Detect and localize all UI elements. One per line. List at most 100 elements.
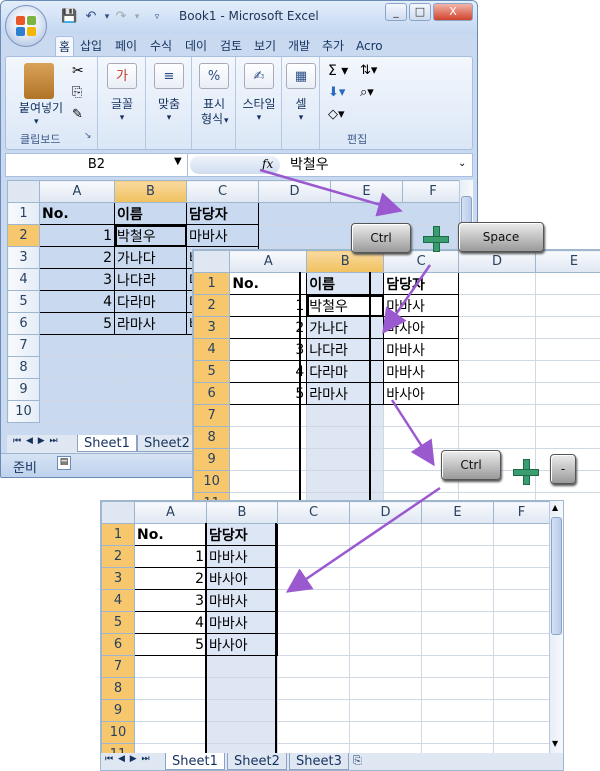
undo-icon[interactable]: ↶ [83,9,99,25]
expand-formula-bar-icon[interactable]: ⌄ [458,158,466,169]
row-header[interactable]: 3 [193,316,231,339]
column-header[interactable]: F [493,501,550,524]
row-header[interactable]: 3 [101,567,135,590]
row-header[interactable]: 6 [193,382,231,405]
cell[interactable] [458,360,536,383]
cell[interactable] [493,633,550,656]
column-header[interactable]: F [402,180,464,203]
styles-dropdown-icon[interactable]: ▾ [236,111,282,126]
font-label[interactable]: 글꼴 [98,97,146,112]
fill-icon[interactable]: ⬇▾ [328,85,345,100]
cell[interactable]: 가나다 [114,246,187,269]
cell[interactable] [206,699,278,722]
paste-dropdown-icon[interactable]: ▾ [34,115,39,130]
cell[interactable] [493,721,550,744]
row-header[interactable]: 6 [101,633,135,656]
sheet-tab-sheet2[interactable]: Sheet2 [137,435,197,452]
cell[interactable] [349,721,422,744]
column-header[interactable]: A [39,180,115,203]
cell[interactable] [258,224,331,247]
tab-review[interactable]: 검토 [217,36,245,56]
row-header[interactable]: 1 [101,523,135,546]
cell[interactable]: 라마사 [306,382,385,405]
tab-home[interactable]: 홈 [55,36,75,56]
tab-developer[interactable]: 개발 [285,36,313,56]
cell[interactable]: 2 [229,316,308,339]
cell[interactable] [277,611,350,634]
cell[interactable] [349,611,422,634]
cell[interactable]: No. [134,523,207,546]
cell[interactable] [421,677,494,700]
cell[interactable] [349,633,422,656]
cell[interactable] [114,356,187,379]
formula-input[interactable]: 박철우 [290,154,329,176]
cell[interactable] [134,699,207,722]
cell[interactable] [421,655,494,678]
cell[interactable]: 3 [134,589,207,612]
cell[interactable] [349,655,422,678]
cell[interactable]: No. [229,272,308,295]
tab-formulas[interactable]: 수식 [147,36,175,56]
cell[interactable]: 담당자 [206,523,278,546]
cell[interactable]: 가나다 [306,316,385,339]
cell[interactable] [458,294,536,317]
row-header[interactable]: 7 [193,404,231,427]
column-header[interactable]: B [206,501,278,524]
cell[interactable] [421,545,494,568]
align-label[interactable]: 맞춤 [146,97,192,112]
vertical-scrollbar[interactable]: ▲ ▼ [549,501,563,753]
sheet-nav-icons[interactable]: ⏮ ◀ ▶ ⏭ [105,754,151,764]
row-header[interactable]: 9 [193,448,231,471]
cell[interactable] [229,404,308,427]
row-header[interactable]: 9 [7,378,40,401]
cell[interactable] [535,360,600,383]
row-header[interactable]: 7 [101,655,135,678]
cell[interactable] [306,448,385,471]
tab-insert[interactable]: 삽입 [77,36,105,56]
name-box[interactable]: B2 [6,154,188,176]
row-header[interactable]: 2 [193,294,231,317]
sheet-tab-sheet1[interactable]: Sheet1 [165,753,225,770]
cell[interactable] [114,378,187,401]
cell[interactable] [402,202,464,225]
column-header[interactable]: C [277,501,350,524]
restore-button[interactable]: □ [409,3,431,21]
cell[interactable] [134,721,207,744]
cell[interactable] [421,633,494,656]
cell[interactable] [258,202,331,225]
cell[interactable] [306,470,385,493]
row-header[interactable]: 9 [101,699,135,722]
cell[interactable] [306,404,385,427]
cell[interactable]: 마바사 [206,589,278,612]
cell[interactable]: 나다라 [306,338,385,361]
percent-icon[interactable]: % [199,63,229,89]
clear-icon[interactable]: ◇▾ [328,107,345,122]
cell[interactable]: 다라마 [306,360,385,383]
row-header[interactable]: 2 [7,224,40,247]
cell[interactable] [134,655,207,678]
number-label[interactable]: 표시 [192,97,236,112]
column-header[interactable]: E [535,250,600,273]
cell[interactable] [493,523,550,546]
cell[interactable] [493,567,550,590]
name-box-dropdown-icon[interactable]: ▼ [174,156,182,167]
cell[interactable] [535,294,600,317]
cell[interactable]: 2 [39,246,115,269]
cell[interactable] [458,426,536,449]
align-icon[interactable]: ≡ [154,63,184,89]
cell[interactable] [349,545,422,568]
customize-qat-icon[interactable]: ▿ [149,9,165,25]
tab-view[interactable]: 보기 [251,36,279,56]
column-header[interactable]: A [134,501,207,524]
cell[interactable] [277,567,350,590]
scroll-up-icon[interactable]: ▲ [552,503,558,512]
cell[interactable] [114,400,187,423]
column-header[interactable]: D [349,501,422,524]
cell[interactable]: 바사아 [383,316,460,339]
cell[interactable] [277,721,350,744]
tab-acrobat[interactable]: Acro [353,36,386,56]
cell[interactable] [535,272,600,295]
cell[interactable] [349,677,422,700]
cell[interactable] [277,699,350,722]
copy-icon[interactable]: ⎘ [72,85,82,100]
